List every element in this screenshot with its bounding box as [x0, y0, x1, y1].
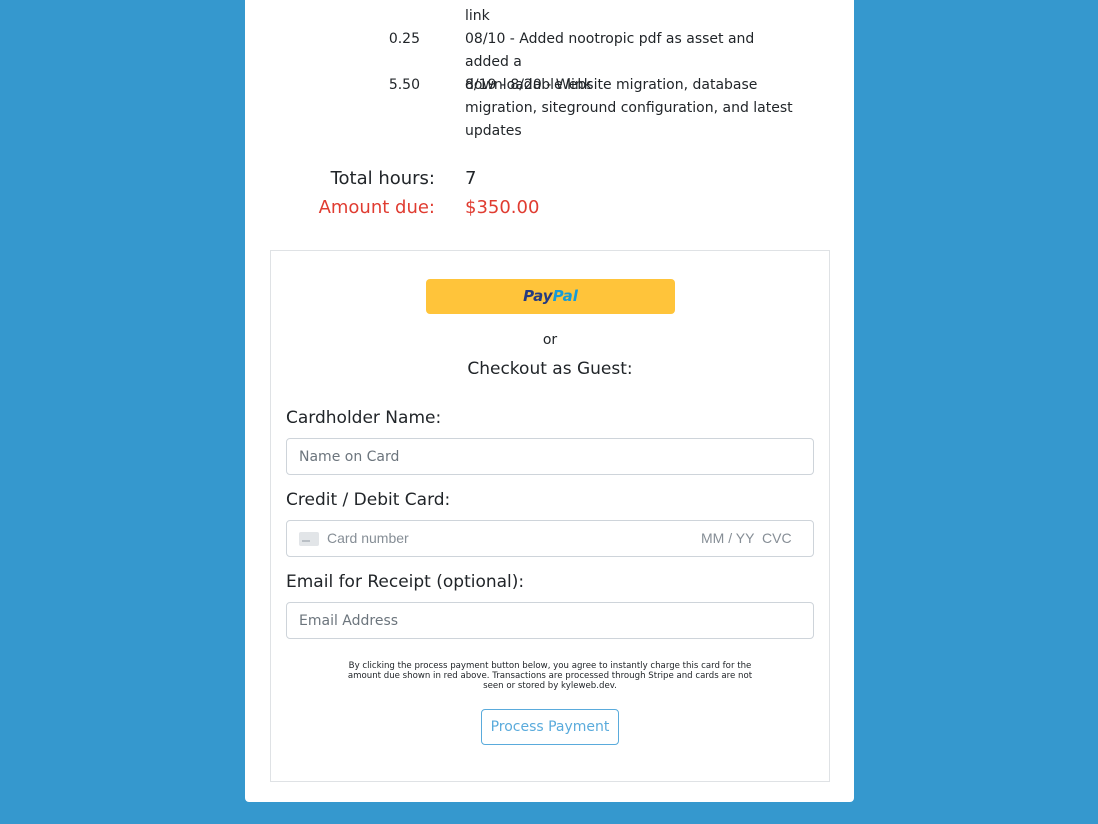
total-hours-value: 7 — [465, 168, 477, 189]
line-item-description-line: migration, siteground configuration, and… — [465, 100, 793, 116]
card-expiry-placeholder[interactable]: MM / YY — [701, 530, 754, 546]
line-item-hours: 0.25 — [388, 31, 420, 47]
email-label: Email for Receipt (optional): — [286, 572, 525, 592]
card-input[interactable]: Card number MM / YY CVC — [286, 520, 814, 557]
card-cvc-placeholder[interactable]: CVC — [762, 530, 792, 546]
amount-due-value: $350.00 — [465, 197, 540, 218]
paypal-button[interactable]: PayPal — [426, 279, 675, 314]
invoice-card: link 0.25 08/10 - Added nootropic pdf as… — [245, 0, 854, 802]
card-number-placeholder[interactable]: Card number — [327, 530, 409, 546]
disclaimer-line: seen or stored by kyleweb.dev. — [483, 681, 617, 691]
email-input[interactable] — [286, 602, 814, 639]
amount-due-label: Amount due: — [318, 197, 435, 218]
line-item-description-line: 08/10 - Added nootropic pdf as asset and… — [465, 31, 755, 70]
or-divider-text: or — [542, 332, 558, 348]
paypal-logo-pay: Pay — [523, 287, 553, 305]
card-label: Credit / Debit Card: — [286, 490, 451, 510]
disclaimer-line: By clicking the process payment button b… — [348, 661, 752, 671]
paypal-logo-pal: Pal — [552, 287, 578, 305]
credit-card-icon — [299, 532, 319, 546]
payment-panel: PayPal or Checkout as Guest: Cardholder … — [270, 250, 830, 782]
line-item-description: link — [465, 5, 800, 28]
line-item-hours: 5.50 — [388, 77, 420, 93]
total-hours-label: Total hours: — [330, 168, 435, 189]
guest-checkout-title: Checkout as Guest: — [467, 359, 633, 379]
line-item-description-line: updates — [465, 123, 522, 139]
line-item-description: 8/19 - 8/20 - Website migration, databas… — [465, 74, 800, 143]
line-item-description-line: link — [465, 8, 490, 24]
cardholder-name-label: Cardholder Name: — [286, 408, 442, 428]
payment-disclaimer: By clicking the process payment button b… — [341, 661, 759, 691]
process-payment-button[interactable]: Process Payment — [481, 709, 619, 745]
disclaimer-line: amount due shown in red above. Transacti… — [347, 671, 753, 681]
cardholder-name-input[interactable] — [286, 438, 814, 475]
line-item-description-line: 8/19 - 8/20 - Website migration, databas… — [465, 77, 758, 93]
